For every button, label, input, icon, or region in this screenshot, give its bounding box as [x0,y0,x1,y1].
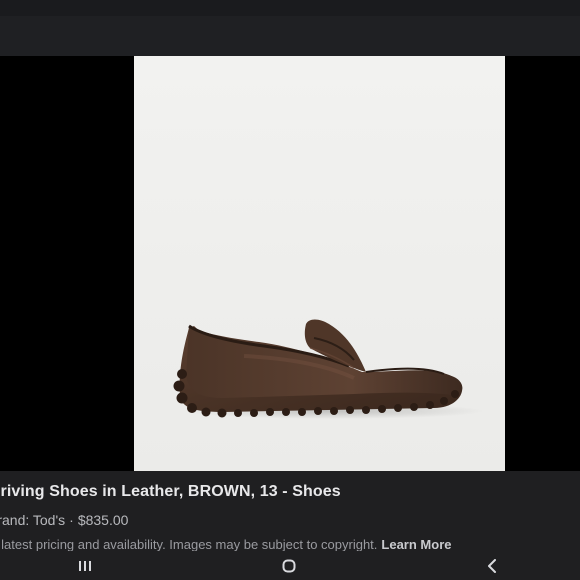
copyright-disclaimer: or latest pricing and availability. Imag… [0,537,451,552]
product-meta: Brand: Tod's·$835.00 [0,512,128,528]
screen: ino Driving Shoes in Leather, BROWN, 13 … [0,0,580,580]
back-button[interactable] [462,551,522,580]
home-button[interactable] [259,551,319,580]
system-nav-bar [0,551,580,580]
shoe-illustration [173,319,484,419]
top-bar [0,0,580,56]
disclaimer-text: or latest pricing and availability. Imag… [0,537,378,552]
product-image[interactable] [134,56,505,471]
home-icon [282,559,296,572]
info-panel[interactable]: ino Driving Shoes in Leather, BROWN, 13 … [0,471,580,552]
recents-icon [79,560,91,571]
product-title[interactable]: ino Driving Shoes in Leather, BROWN, 13 … [0,483,341,501]
recents-button[interactable] [55,551,115,580]
learn-more-link[interactable]: Learn More [381,537,451,552]
meta-separator: · [69,512,74,528]
image-viewer[interactable] [0,56,580,471]
status-bar [0,0,580,16]
price-label: $835.00 [77,512,129,528]
brand-label: Brand: Tod's [0,512,66,528]
back-icon [488,558,496,573]
